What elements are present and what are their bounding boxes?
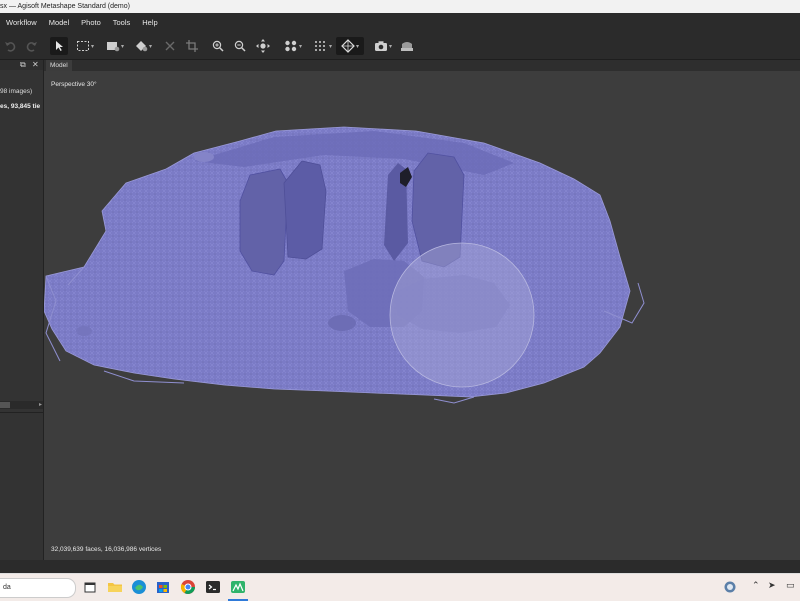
taskbar-search[interactable]: da	[0, 578, 76, 598]
menu-model[interactable]: Model	[43, 13, 75, 33]
zoom-out-button[interactable]	[232, 37, 248, 55]
zoom-out-icon	[234, 40, 246, 52]
camera-icon	[374, 41, 387, 51]
workspace-chunk-info: 98 images)	[0, 88, 33, 95]
window-title: sx — Agisoft Metashape Standard (demo)	[0, 3, 130, 10]
menu-workflow[interactable]: Workflow	[0, 13, 43, 33]
zoom-in-icon	[212, 40, 224, 52]
layers-button[interactable]	[398, 37, 416, 55]
chevron-down-icon: ▾	[120, 43, 124, 50]
menu-help[interactable]: Help	[136, 13, 163, 33]
model-view-icon	[341, 39, 355, 53]
menu-tools[interactable]: Tools	[107, 13, 137, 33]
dense-cloud-button[interactable]: ▾	[310, 37, 336, 55]
select-arrow-icon	[56, 41, 63, 51]
zoom-in-button[interactable]	[210, 37, 226, 55]
window-title-bar: sx — Agisoft Metashape Standard (demo)	[0, 0, 800, 13]
crop-button[interactable]	[184, 37, 200, 55]
workspace-panel-header: ⧉ ✕	[0, 60, 43, 70]
fill-select-button[interactable]: ▾	[130, 37, 156, 55]
scattered-rock	[328, 315, 356, 331]
redo-icon	[26, 42, 37, 52]
move-button[interactable]	[254, 37, 272, 55]
camera-button[interactable]: ▾	[370, 37, 396, 55]
shape-select-button[interactable]: ▾	[102, 37, 128, 55]
tray-chevron-up-icon[interactable]: ⌃	[752, 580, 760, 591]
model-viewport[interactable]: Perspective 30° 32,039,639 faces, 16,036…	[44, 71, 800, 560]
workspace-panel: ⧉ ✕ 98 images) es, 93,845 tie ▸	[0, 60, 44, 560]
standing-stone-center-left	[283, 160, 327, 260]
metashape-app-icon[interactable]	[230, 579, 246, 595]
mesh-surface	[44, 126, 631, 398]
os-taskbar: da ⌃ ➤ ▭	[0, 573, 800, 601]
menu-bar: Workflow Model Photo Tools Help	[0, 13, 800, 33]
toolbar: ▾ ▾ ▾ ▾ ▾ ▾ ▾	[0, 33, 800, 60]
undo-icon	[5, 42, 16, 52]
workspace-tie-points-info: es, 93,845 tie	[0, 103, 41, 110]
crop-icon	[186, 40, 198, 52]
menu-photo[interactable]: Photo	[75, 13, 107, 33]
weather-icon[interactable]	[722, 579, 738, 595]
taskbar-search-text: da	[3, 584, 11, 591]
panel-divider	[0, 412, 43, 413]
terminal-icon[interactable]	[205, 579, 221, 595]
points-icon	[285, 40, 297, 52]
chevron-down-icon: ▾	[355, 43, 359, 50]
scroll-right-icon[interactable]: ▸	[39, 401, 42, 409]
system-tray-icon[interactable]: ▭	[786, 580, 795, 591]
tab-model[interactable]: Model	[46, 60, 72, 71]
view-tab-strip: Model	[44, 60, 800, 71]
rect-select-icon	[76, 41, 89, 51]
delete-icon	[165, 41, 175, 51]
grid-icon	[314, 41, 325, 51]
view-mode-label: Perspective 30°	[51, 81, 97, 88]
scattered-rock	[76, 326, 92, 336]
chrome-browser-icon[interactable]	[180, 579, 196, 595]
model-view-button[interactable]: ▾	[336, 37, 364, 55]
status-strip	[0, 560, 800, 573]
select-tool-button[interactable]	[50, 37, 68, 55]
scrollbar-thumb[interactable]	[0, 402, 10, 408]
point-cloud-button[interactable]: ▾	[280, 37, 306, 55]
scattered-rock	[194, 152, 214, 162]
redo-button[interactable]	[24, 37, 40, 55]
chevron-down-icon: ▾	[328, 43, 332, 50]
move-icon	[256, 39, 270, 53]
float-panel-icon[interactable]: ⧉	[20, 60, 26, 70]
task-view-icon[interactable]	[82, 579, 98, 595]
model-statistics: 32,039,639 faces, 16,036,986 vertices	[51, 546, 162, 553]
shape-select-icon	[106, 42, 120, 52]
standing-stone-left	[239, 168, 289, 276]
chevron-down-icon: ▾	[90, 43, 94, 50]
mesh-model-render[interactable]	[44, 71, 800, 560]
chevron-down-icon: ▾	[388, 43, 392, 50]
fill-select-icon	[135, 41, 148, 52]
delete-selection-button[interactable]	[162, 37, 178, 55]
file-explorer-icon[interactable]	[107, 579, 123, 595]
edge-browser-icon[interactable]	[131, 579, 147, 595]
layers-icon	[401, 42, 413, 51]
workspace-horizontal-scrollbar[interactable]: ▸	[0, 401, 43, 409]
chevron-down-icon: ▾	[298, 43, 302, 50]
network-send-icon[interactable]: ➤	[768, 580, 776, 591]
store-icon[interactable]	[155, 579, 171, 595]
chevron-down-icon: ▾	[148, 43, 152, 50]
undo-button[interactable]	[2, 37, 18, 55]
close-icon[interactable]: ✕	[32, 60, 39, 70]
rect-select-button[interactable]: ▾	[72, 37, 98, 55]
